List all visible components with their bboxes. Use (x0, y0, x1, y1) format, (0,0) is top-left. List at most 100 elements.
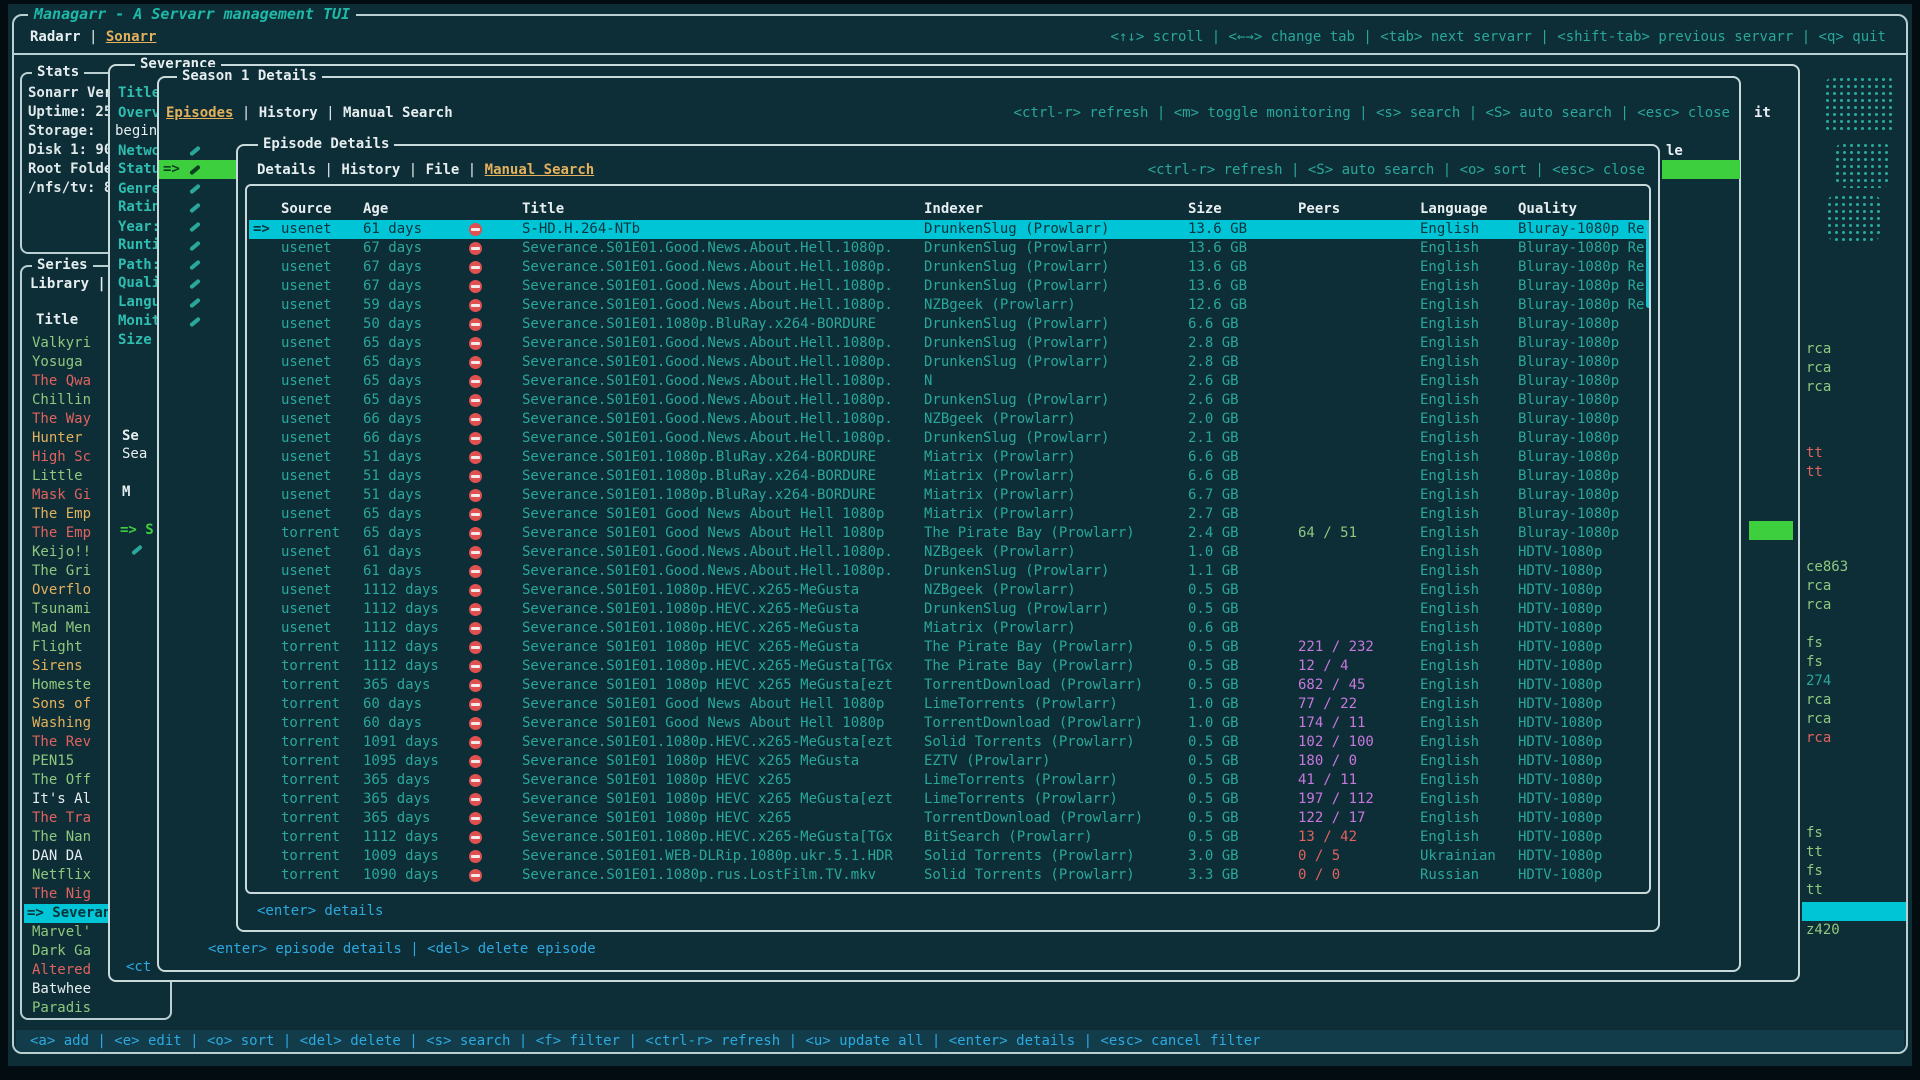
release-age: 1112 days (363, 619, 439, 638)
release-row[interactable]: torrent365 daysSeverance S01E01 1080p HE… (249, 771, 1647, 790)
release-language: English (1420, 524, 1479, 543)
blocked-icon (469, 755, 482, 768)
release-row[interactable]: torrent1112 daysSeverance.S01E01.1080p.H… (249, 657, 1647, 676)
blocked-icon (469, 337, 482, 350)
release-row[interactable]: torrent365 daysSeverance S01E01 1080p HE… (249, 790, 1647, 809)
release-source: torrent (281, 695, 340, 714)
release-indexer: LimeTorrents (Prowlarr) (924, 771, 1118, 790)
release-indexer: Solid Torrents (Prowlarr) (924, 733, 1135, 752)
release-age: 65 days (363, 524, 422, 543)
release-size: 0.5 GB (1188, 809, 1239, 828)
release-title: Severance.S01E01.1080p.BluRay.x264-BORDU… (522, 486, 876, 505)
release-language: English (1420, 277, 1479, 296)
release-row[interactable]: =>usenet61 daysS-HD.H.264-NTbDrunkenSlug… (249, 220, 1647, 239)
release-source: usenet (281, 258, 332, 277)
release-title: Severance.S01E01.1080p.HEVC.x265-MeGusta (522, 619, 859, 638)
release-row[interactable]: usenet65 daysSeverance.S01E01.Good.News.… (249, 334, 1647, 353)
release-age: 1112 days (363, 657, 439, 676)
release-row[interactable]: usenet51 daysSeverance.S01E01.1080p.BluR… (249, 448, 1647, 467)
release-row[interactable]: torrent60 daysSeverance S01E01 Good News… (249, 714, 1647, 733)
release-row[interactable]: usenet66 daysSeverance.S01E01.Good.News.… (249, 410, 1647, 429)
release-indexer: DrunkenSlug (Prowlarr) (924, 391, 1109, 410)
release-row[interactable]: torrent365 daysSeverance S01E01 1080p HE… (249, 676, 1647, 695)
release-row[interactable]: torrent1091 daysSeverance.S01E01.1080p.H… (249, 733, 1647, 752)
episode-tab-manual-search[interactable]: Manual Search (485, 162, 595, 178)
release-title: Severance S01E01 1080p HEVC x265 (522, 809, 792, 828)
release-row[interactable]: torrent65 daysSeverance S01E01 Good News… (249, 524, 1647, 543)
release-size: 13.6 GB (1188, 220, 1247, 239)
release-size: 0.5 GB (1188, 790, 1239, 809)
release-row[interactable]: usenet51 daysSeverance.S01E01.1080p.BluR… (249, 467, 1647, 486)
blocked-icon (469, 793, 482, 806)
selected-episode-row-fragment[interactable] (1662, 160, 1740, 179)
release-row[interactable]: usenet67 daysSeverance.S01E01.Good.News.… (249, 277, 1647, 296)
release-language: English (1420, 676, 1479, 695)
release-source: usenet (281, 505, 332, 524)
episode-tab-details[interactable]: Details (257, 162, 316, 178)
release-age: 65 days (363, 334, 422, 353)
release-language: Ukrainian (1420, 847, 1496, 866)
release-peers: 77 / 22 (1298, 695, 1357, 714)
blocked-icon (469, 831, 482, 844)
episode-tab-file[interactable]: File (426, 162, 460, 178)
release-indexer: TorrentDownload (Prowlarr) (924, 714, 1143, 733)
release-row[interactable]: torrent1090 daysSeverance.S01E01.1080p.r… (249, 866, 1647, 885)
release-row[interactable]: torrent1112 daysSeverance.S01E01.1080p.H… (249, 828, 1647, 847)
blocked-icon (469, 280, 482, 293)
release-quality: HDTV-1080p (1518, 771, 1602, 790)
release-source: usenet (281, 315, 332, 334)
release-row[interactable]: usenet61 daysSeverance.S01E01.Good.News.… (249, 543, 1647, 562)
release-indexer: Solid Torrents (Prowlarr) (924, 847, 1135, 866)
monitored-icon (189, 279, 201, 290)
release-source: usenet (281, 277, 332, 296)
release-quality: HDTV-1080p (1518, 828, 1602, 847)
release-row[interactable]: usenet50 daysSeverance.S01E01.1080p.BluR… (249, 315, 1647, 334)
blocked-icon (469, 527, 482, 540)
release-row[interactable]: usenet65 daysSeverance.S01E01.Good.News.… (249, 372, 1647, 391)
blocked-icon (469, 413, 482, 426)
release-row[interactable]: usenet65 daysSeverance.S01E01.Good.News.… (249, 353, 1647, 372)
release-size: 2.4 GB (1188, 524, 1239, 543)
release-size: 0.5 GB (1188, 676, 1239, 695)
bottom-shortcuts: <a> add | <e> edit | <o> sort | <del> de… (30, 1033, 1261, 1049)
release-source: torrent (281, 752, 340, 771)
release-language: English (1420, 239, 1479, 258)
episode-tab-history[interactable]: History (341, 162, 400, 178)
release-row[interactable]: torrent60 daysSeverance S01E01 Good News… (249, 695, 1647, 714)
selected-episode-row-fragment[interactable]: => (159, 160, 236, 179)
release-row[interactable]: usenet59 daysSeverance.S01E01.Good.News.… (249, 296, 1647, 315)
release-row[interactable]: usenet1112 daysSeverance.S01E01.1080p.HE… (249, 581, 1647, 600)
release-row[interactable]: torrent1009 daysSeverance.S01E01.WEB-DLR… (249, 847, 1647, 866)
release-quality: Bluray-1080p Re (1518, 220, 1644, 239)
release-row[interactable]: usenet61 daysSeverance.S01E01.Good.News.… (249, 562, 1647, 581)
release-title: Severance.S01E01.Good.News.About.Hell.10… (522, 258, 893, 277)
release-row[interactable]: usenet51 daysSeverance.S01E01.1080p.BluR… (249, 486, 1647, 505)
scrollbar[interactable] (1646, 220, 1651, 308)
release-size: 2.1 GB (1188, 429, 1239, 448)
release-quality: HDTV-1080p (1518, 562, 1602, 581)
release-source: torrent (281, 771, 340, 790)
releases-table: SourceAgeTitleIndexerSizePeersLanguageQu… (245, 184, 1651, 894)
release-source: usenet (281, 353, 332, 372)
release-row[interactable]: torrent1112 daysSeverance S01E01 1080p H… (249, 638, 1647, 657)
release-row[interactable]: usenet66 daysSeverance.S01E01.Good.News.… (249, 429, 1647, 448)
release-size: 2.7 GB (1188, 505, 1239, 524)
release-title: S-HD.H.264-NTb (522, 220, 640, 239)
release-row[interactable]: usenet67 daysSeverance.S01E01.Good.News.… (249, 239, 1647, 258)
monitored-icon (189, 260, 201, 271)
release-row[interactable]: usenet1112 daysSeverance.S01E01.1080p.HE… (249, 600, 1647, 619)
release-size: 6.6 GB (1188, 315, 1239, 334)
release-row[interactable]: usenet67 daysSeverance.S01E01.Good.News.… (249, 258, 1647, 277)
release-language: English (1420, 714, 1479, 733)
release-size: 6.6 GB (1188, 448, 1239, 467)
release-language: English (1420, 657, 1479, 676)
release-quality: Bluray-1080p (1518, 391, 1619, 410)
blocked-icon (469, 470, 482, 483)
release-title: Severance.S01E01.Good.News.About.Hell.10… (522, 562, 893, 581)
release-quality: Bluray-1080p Re (1518, 258, 1644, 277)
release-row[interactable]: usenet65 daysSeverance.S01E01.Good.News.… (249, 391, 1647, 410)
release-row[interactable]: usenet65 daysSeverance S01E01 Good News … (249, 505, 1647, 524)
release-row[interactable]: torrent1095 daysSeverance S01E01 1080p H… (249, 752, 1647, 771)
release-row[interactable]: usenet1112 daysSeverance.S01E01.1080p.HE… (249, 619, 1647, 638)
release-row[interactable]: torrent365 daysSeverance S01E01 1080p HE… (249, 809, 1647, 828)
